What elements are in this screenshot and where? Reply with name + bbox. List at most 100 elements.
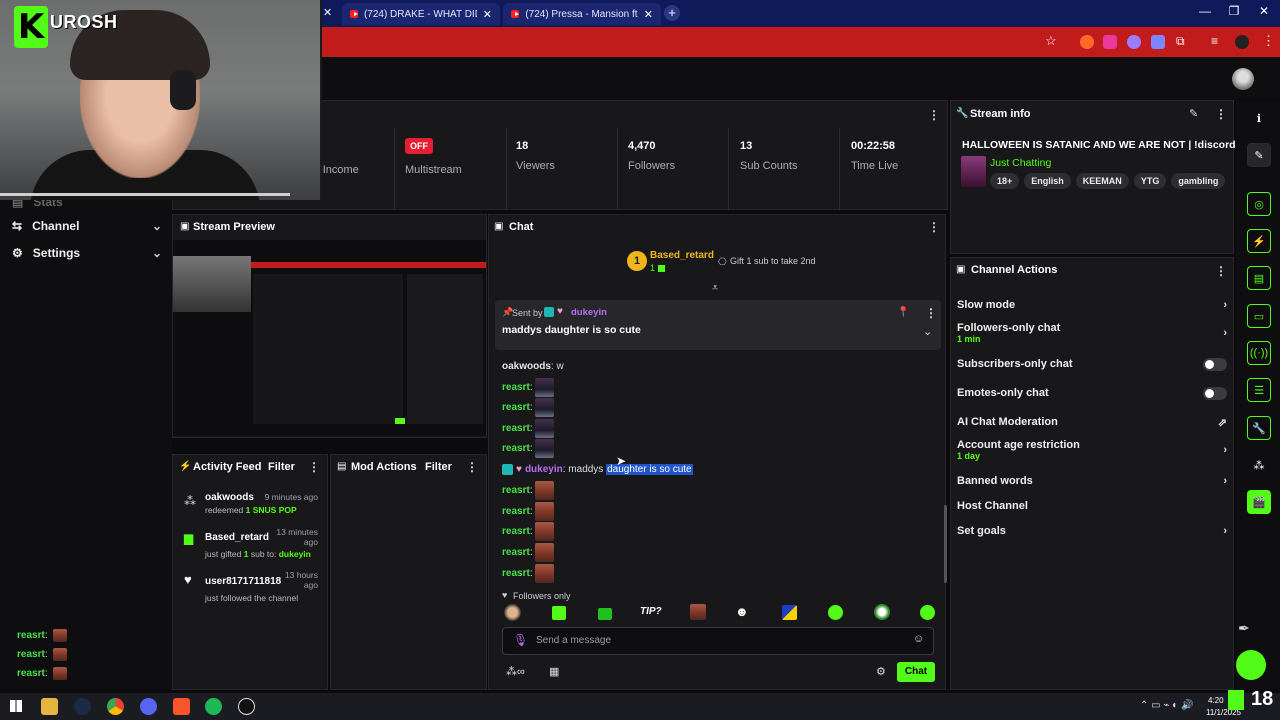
emoji-icon[interactable]: ☺ [913,633,924,645]
puzzle-icon[interactable]: ⧉ [1176,34,1185,49]
extension-icon[interactable] [1080,35,1094,49]
subscribers-only-toggle[interactable] [1203,357,1227,371]
close-window-button[interactable]: ✕ [1249,4,1279,18]
minimize-button[interactable]: — [1190,4,1220,18]
windows-start-icon[interactable] [10,700,22,712]
chat-username[interactable]: reasrt [502,506,530,517]
action-slow-mode[interactable]: Slow mode › [957,297,1227,313]
tag[interactable]: YTG [1133,173,1167,189]
chat-username[interactable]: reasrt [502,382,530,393]
brave-icon[interactable] [173,698,190,715]
dots-icon[interactable]: ⁂ [1247,453,1271,477]
edit-icon[interactable]: ✎ [1189,107,1198,120]
emote-icon[interactable] [828,605,843,620]
new-tab-button[interactable]: + [664,5,680,21]
info-icon[interactable]: ℹ [1247,106,1271,130]
chat-username[interactable]: reasrt [502,485,530,496]
menu-icon[interactable]: ⋮ [1262,33,1275,49]
tab-close-icon[interactable]: ✕ [323,6,332,19]
obs-icon[interactable] [238,698,255,715]
spotify-icon[interactable] [205,698,222,715]
tip-emote-icon[interactable]: TIP? [640,606,662,617]
microphone-icon[interactable]: 🎙 [513,633,528,647]
emote-icon[interactable] [690,604,706,620]
tray-icons[interactable]: ⌃ ▭ ⌁ ◐ 🔊 [1140,700,1193,711]
extension-icon[interactable] [1103,35,1117,49]
action-subscribers-only[interactable]: Subscribers-only chat [957,356,1227,372]
chat-username[interactable]: reasrt [502,547,530,558]
skull-emote-icon[interactable]: ☻ [735,604,749,619]
action-ai-moderation[interactable]: AI Chat Moderation ⇗ [957,414,1227,430]
tab-close-icon[interactable]: ✕ [483,8,492,21]
extension-icon[interactable] [1127,35,1141,49]
tab-close-icon[interactable]: ✕ [644,8,653,21]
feed-item-name[interactable]: Based_retard [205,532,269,543]
chat-bubble-icon[interactable]: ▭ [1247,304,1271,328]
chat-username[interactable]: reasrt [502,423,530,434]
emote-icon[interactable] [552,606,566,620]
emote-icon[interactable] [504,604,521,621]
layout-icon[interactable]: ☰ [1247,378,1271,402]
chat-username[interactable]: dukeyin [525,464,563,475]
feed-item-name[interactable]: oakwoods [205,492,254,503]
lightning-icon[interactable]: ⚡ [1247,229,1271,253]
action-set-goals[interactable]: Set goals › [957,523,1227,539]
collapse-icon[interactable]: ⩡ [712,282,718,295]
stream-category[interactable]: Just Chatting [990,157,1051,169]
pinned-menu-icon[interactable]: ⋮ [925,306,937,320]
action-followers-only[interactable]: Followers-only chat 1 min › [957,322,1227,344]
discord-icon[interactable] [140,698,157,715]
browser-tab-pressa[interactable]: (724) Pressa - Mansion ft Houdini ✕ [503,3,661,25]
pin-toggle-icon[interactable]: 📍 [897,307,909,318]
action-account-age[interactable]: Account age restriction 1 day › [957,439,1227,461]
tag[interactable]: English [1024,173,1071,189]
nav-item-channel[interactable]: ⇆ Channel ⌄ [12,216,162,236]
tag[interactable]: gambling [1171,173,1226,189]
emote-icon[interactable] [598,608,612,620]
media-icon[interactable]: ≡ [1211,34,1218,48]
chat-username[interactable]: reasrt [502,402,530,413]
tag[interactable]: KEEMAN [1075,173,1129,189]
action-banned-words[interactable]: Banned words › [957,473,1227,489]
action-emotes-only[interactable]: Emotes-only chat [957,385,1227,401]
feed-item-name[interactable]: user8171711818 [205,576,281,587]
document-icon[interactable]: ▤ [1247,266,1271,290]
chat-username[interactable]: oakwoods [502,361,551,372]
activity-filter-button[interactable]: Filter [268,461,295,473]
pinned-user[interactable]: dukeyin [571,307,607,318]
nav-item-settings[interactable]: ⚙ Settings ⌄ [12,243,162,263]
chat-scrollbar[interactable] [944,505,947,583]
pencil-icon[interactable]: ✎ [1247,143,1271,167]
file-explorer-icon[interactable] [41,698,58,715]
emote-icon[interactable] [782,605,797,620]
avatar[interactable] [1232,68,1254,90]
multistream-off-badge[interactable]: OFF [405,138,433,154]
tag[interactable]: 18+ [990,173,1020,189]
chat-settings-icon[interactable]: ⚙ [876,665,886,678]
chat-input[interactable]: Send a message [536,635,611,646]
action-host-channel[interactable]: Host Channel [957,498,1227,514]
gift-sub-cta[interactable]: Gift 1 sub to take 2nd [730,256,816,266]
chevron-down-icon[interactable]: ⌄ [923,325,932,338]
broadcast-icon[interactable]: ((·)) [1247,341,1271,365]
chat-username[interactable]: reasrt [502,526,530,537]
stream-preview-video[interactable] [173,240,486,436]
wrench-icon[interactable]: 🔧 [1247,416,1271,440]
chrome-icon[interactable] [107,698,124,715]
stats-menu-icon[interactable]: ⋮ [928,108,940,122]
profile-icon[interactable] [1235,35,1249,49]
chat-username[interactable]: reasrt [502,443,530,454]
points-icon[interactable]: ⁂∞ [506,665,525,678]
mod-filter-button[interactable]: Filter [425,461,452,473]
target-icon[interactable]: ◎ [1247,192,1271,216]
stream-info-menu-icon[interactable]: ⋮ [1215,107,1227,121]
top-gifter-name[interactable]: Based_retard [650,250,714,261]
activity-menu-icon[interactable]: ⋮ [308,460,320,474]
emote-icon[interactable] [920,605,935,620]
mod-menu-icon[interactable]: ⋮ [466,460,478,474]
store-icon[interactable]: ▦ [549,665,559,678]
chat-menu-icon[interactable]: ⋮ [928,220,940,234]
support-chat-icon[interactable] [1236,650,1266,680]
chat-username[interactable]: reasrt [502,568,530,579]
extension-icon[interactable] [1151,35,1165,49]
